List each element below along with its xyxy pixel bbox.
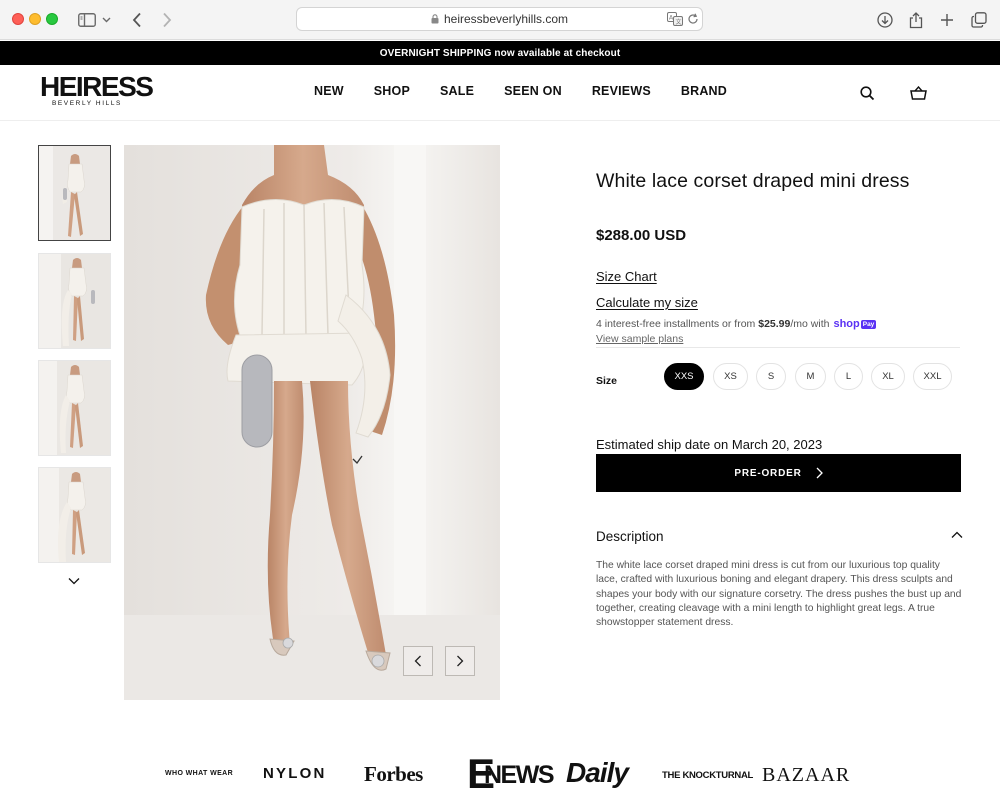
announcement-text: OVERNIGHT SHIPPING now available at chec… bbox=[379, 47, 621, 59]
minimize-window-button[interactable] bbox=[29, 13, 41, 25]
svg-text:文: 文 bbox=[676, 18, 682, 26]
main-product-image[interactable] bbox=[124, 145, 500, 700]
nav-item-brand[interactable]: BRAND bbox=[681, 84, 727, 98]
back-icon[interactable] bbox=[126, 9, 148, 31]
press-logo-daily: Daily bbox=[566, 757, 629, 788]
share-icon[interactable] bbox=[905, 9, 927, 31]
reload-icon[interactable] bbox=[687, 13, 699, 25]
thumbnail-2-image bbox=[39, 254, 110, 348]
pre-order-button[interactable]: PRE-ORDER bbox=[596, 454, 961, 492]
shop-pay-badge: Pay bbox=[860, 319, 877, 329]
announcement-bar: OVERNIGHT SHIPPING now available at chec… bbox=[0, 41, 1000, 65]
thumbnail-3-image bbox=[39, 361, 110, 455]
translate-icon[interactable]: A文 bbox=[667, 12, 683, 26]
forward-icon[interactable] bbox=[156, 9, 178, 31]
new-tab-icon[interactable] bbox=[936, 9, 958, 31]
estimated-ship-date: Estimated ship date on March 20, 2023 bbox=[596, 437, 823, 452]
divider bbox=[596, 347, 960, 348]
product-title: White lace corset draped mini dress bbox=[596, 170, 910, 192]
nav-item-reviews[interactable]: REVIEWS bbox=[592, 84, 651, 98]
browser-toolbar: heiressbeverlyhills.com A文 bbox=[0, 0, 1000, 40]
thumbnail-1-image bbox=[39, 146, 110, 240]
description-text: The white lace corset draped mini dress … bbox=[596, 560, 962, 629]
size-option-xxs[interactable]: XXS bbox=[664, 363, 704, 390]
product-price: $288.00 USD bbox=[596, 227, 687, 244]
brand-logo[interactable]: HEIRESS BEVERLY HILLS bbox=[40, 71, 154, 108]
nav-item-new[interactable]: NEW bbox=[314, 84, 344, 98]
thumbnail-4-image bbox=[39, 468, 110, 562]
nav-item-seen-on[interactable]: SEEN ON bbox=[504, 84, 562, 98]
view-sample-plans-link[interactable]: View sample plans bbox=[596, 333, 683, 345]
cart-icon[interactable] bbox=[908, 83, 928, 103]
tab-overview-icon[interactable] bbox=[968, 9, 990, 31]
address-bar[interactable]: heiressbeverlyhills.com A文 bbox=[296, 7, 703, 31]
press-logo-nylon: NYLON bbox=[263, 765, 327, 782]
pre-order-label: PRE-ORDER bbox=[734, 467, 802, 479]
size-option-l[interactable]: L bbox=[834, 363, 863, 390]
thumbnail-1[interactable] bbox=[38, 145, 111, 241]
shop-pay-logo: shop bbox=[833, 318, 860, 330]
chevron-right-icon bbox=[816, 467, 823, 479]
logo-tagline: BEVERLY HILLS bbox=[51, 100, 122, 107]
size-option-m[interactable]: M bbox=[795, 363, 826, 390]
size-label: Size bbox=[596, 375, 618, 387]
press-logo-who-what-wear: WHO WHAT WEAR bbox=[165, 770, 234, 777]
installments-prefix: 4 interest-free installments or from bbox=[596, 318, 756, 330]
logo-wordmark: HEIRESS bbox=[40, 71, 154, 102]
press-logo-knockturnal: THE KNOCKTURNAL bbox=[662, 770, 754, 781]
sidebar-icon[interactable] bbox=[76, 9, 98, 31]
press-logo-forbes: Forbes bbox=[364, 762, 423, 786]
size-option-s[interactable]: S bbox=[756, 363, 786, 390]
site-header: HEIRESS BEVERLY HILLS NEW SHOP SALE SEEN… bbox=[0, 65, 1000, 121]
search-icon[interactable] bbox=[857, 83, 877, 103]
nav-item-shop[interactable]: SHOP bbox=[374, 84, 410, 98]
installments-info: 4 interest-free installments or from $25… bbox=[596, 318, 877, 330]
next-image-button[interactable] bbox=[445, 646, 475, 676]
chevron-up-icon[interactable] bbox=[949, 527, 965, 543]
url-text: heiressbeverlyhills.com bbox=[443, 12, 569, 26]
calculate-size-link[interactable]: Calculate my size bbox=[596, 295, 698, 310]
thumbnails-scroll-down-icon[interactable] bbox=[66, 573, 82, 589]
main-nav: NEW SHOP SALE SEEN ON REVIEWS BRAND bbox=[314, 84, 727, 98]
installments-suffix: /mo with bbox=[790, 318, 830, 330]
downloads-icon[interactable] bbox=[874, 9, 896, 31]
lock-icon bbox=[431, 14, 439, 24]
nav-item-sale[interactable]: SALE bbox=[440, 84, 474, 98]
chevron-down-icon[interactable] bbox=[99, 9, 113, 31]
size-chart-link[interactable]: Size Chart bbox=[596, 269, 657, 284]
description-heading[interactable]: Description bbox=[596, 529, 664, 544]
installments-amount: $25.99 bbox=[758, 318, 791, 330]
thumbnail-3[interactable] bbox=[38, 360, 111, 456]
size-option-xxl[interactable]: XXL bbox=[913, 363, 952, 390]
thumbnail-2[interactable] bbox=[38, 253, 111, 349]
press-logo-bazaar: BAZAAR bbox=[762, 764, 851, 786]
previous-image-button[interactable] bbox=[403, 646, 433, 676]
product-photo bbox=[124, 145, 500, 700]
thumbnail-4[interactable] bbox=[38, 467, 111, 563]
size-option-xl[interactable]: XL bbox=[871, 363, 905, 390]
zoom-window-button[interactable] bbox=[46, 13, 58, 25]
close-window-button[interactable] bbox=[12, 13, 24, 25]
press-logo-news: NEWS bbox=[484, 761, 555, 789]
size-option-xs[interactable]: XS bbox=[713, 363, 748, 390]
